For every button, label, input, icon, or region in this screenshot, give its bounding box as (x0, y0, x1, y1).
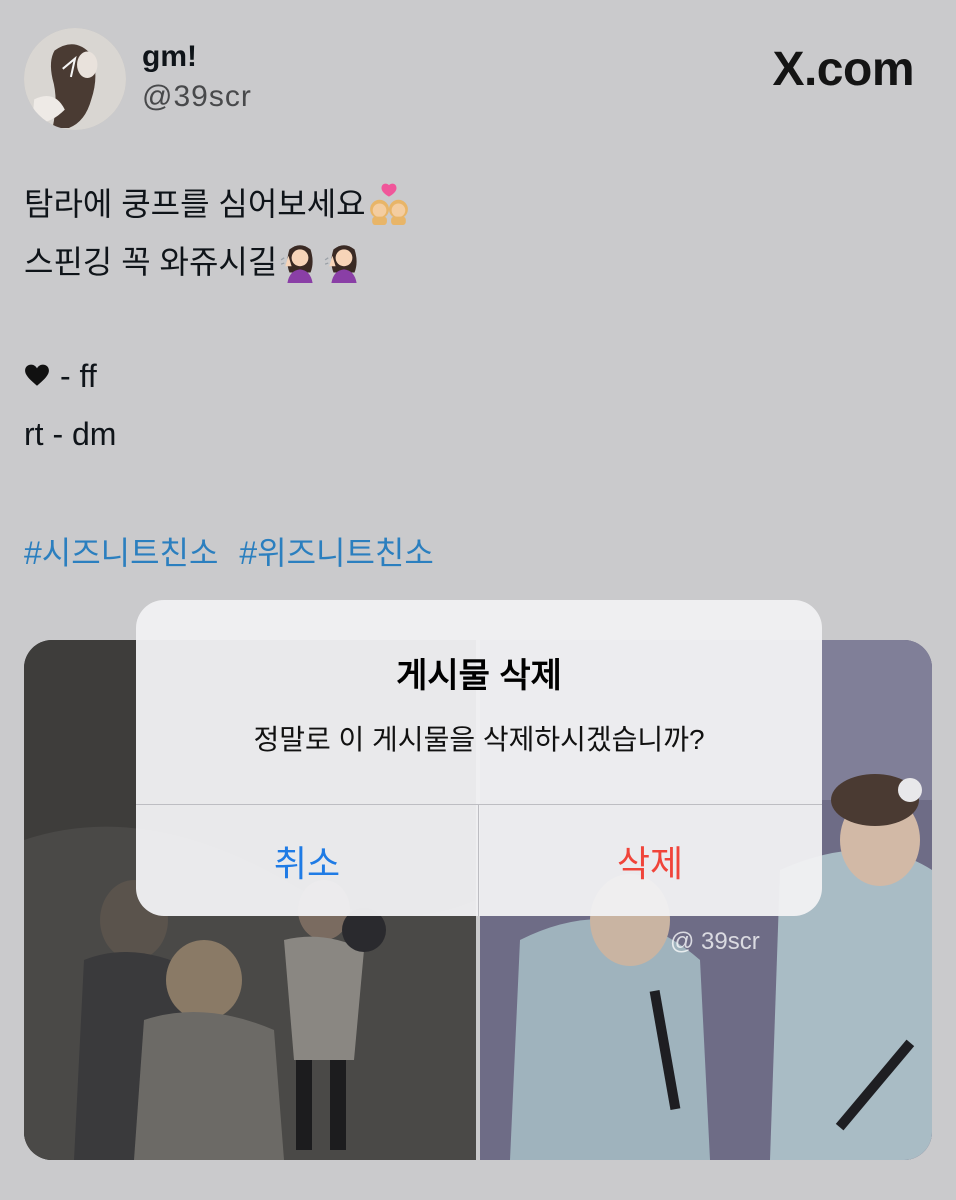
tweet-line-text: 스핀깅 꼭 와쥬시길 (24, 244, 278, 280)
alert-message: 정말로 이 게시물을 삭제하시겠습니까? (253, 724, 705, 755)
hashtag-link[interactable]: #시즈니트친소 (24, 535, 218, 571)
tweet-line: 스핀깅 꼭 와쥬시길 (24, 233, 410, 291)
alert-title: 게시물 삭제 (396, 657, 562, 695)
tweet-line-text: - ff (60, 358, 97, 394)
tweet-screen: gm! @39scr X.com 탐라에 쿵프를 심어보세요 스핀깅 꼭 와쥬시… (0, 0, 956, 1200)
tipping-hand-emoji (279, 241, 321, 283)
tweet-text: 탐라에 쿵프를 심어보세요 스핀깅 꼭 와쥬시길 - ff rt - dm (24, 175, 410, 463)
tweet-line: rt - dm (24, 405, 410, 463)
cancel-button[interactable]: 취소 (136, 805, 478, 916)
tipping-hand-emoji (323, 241, 365, 283)
black-heart-icon (24, 363, 50, 389)
tweet-line: - ff (24, 347, 410, 405)
hashtags: #시즈니트친소 #위즈니트친소 (24, 528, 446, 574)
hashtag-link[interactable]: #위즈니트친소 (239, 535, 433, 571)
display-name[interactable]: gm! (142, 40, 197, 74)
photo-watermark: @ 39scr (670, 928, 760, 955)
delete-post-alert: 게시물 삭제 정말로 이 게시물을 삭제하시겠습니까? 취소 삭제 (136, 600, 822, 916)
tweet-line-text: rt - dm (24, 416, 117, 452)
kissing-women-emoji (368, 183, 410, 225)
tweet-line: 탐라에 쿵프를 심어보세요 (24, 175, 410, 233)
avatar[interactable] (24, 28, 126, 130)
user-handle[interactable]: @39scr (142, 80, 252, 114)
avatar-image (24, 28, 126, 130)
tweet-line-text: 탐라에 쿵프를 심어보세요 (24, 186, 366, 222)
delete-button[interactable]: 삭제 (479, 805, 821, 916)
x-logo: X.com (772, 43, 914, 96)
